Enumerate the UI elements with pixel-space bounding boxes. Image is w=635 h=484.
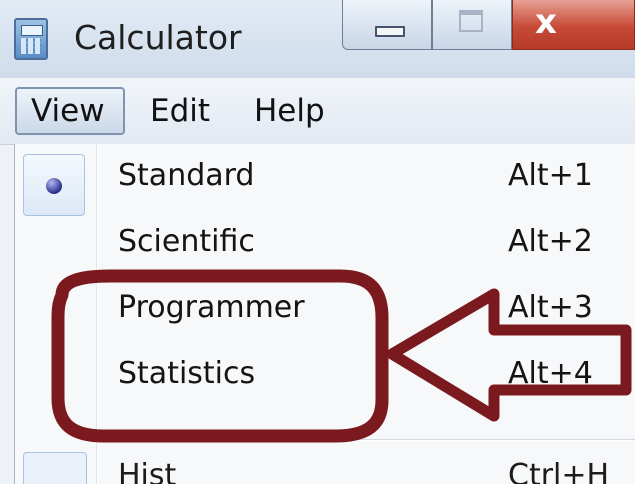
minimize-button[interactable]: [342, 0, 432, 50]
menu-item-history[interactable]: Hist Ctrl+H: [15, 444, 635, 484]
menu-item-scientific[interactable]: Scientific Alt+2: [15, 210, 635, 274]
menu-item-shortcut: Alt+3: [508, 290, 593, 325]
window-title: Calculator: [74, 18, 242, 57]
maximize-icon: [459, 10, 483, 32]
menu-edit[interactable]: Edit: [150, 87, 210, 135]
check-icon: [23, 452, 87, 484]
menu-item-programmer[interactable]: Programmer Alt+3: [15, 276, 635, 340]
menu-item-shortcut: Ctrl+H: [508, 458, 610, 484]
close-button[interactable]: x: [512, 0, 635, 50]
menu-item-label: Hist: [118, 458, 177, 484]
close-icon: x: [535, 2, 557, 42]
menu-item-label: Programmer: [118, 290, 305, 325]
menu-item-label: Statistics: [118, 356, 256, 391]
menu-item-shortcut: Alt+2: [508, 224, 593, 259]
menu-item-label: Scientific: [118, 224, 255, 259]
title-bar: Calculator x: [0, 0, 635, 78]
minimize-icon: [375, 26, 405, 37]
menu-bar: View Edit Help: [0, 78, 635, 145]
menu-item-label: Standard: [118, 158, 255, 193]
menu-item-shortcut: Alt+4: [508, 356, 593, 391]
menu-help[interactable]: Help: [254, 87, 325, 135]
calculator-icon: [14, 18, 48, 60]
view-dropdown-menu: Standard Alt+1 Scientific Alt+2 Programm…: [14, 144, 635, 484]
menu-separator: [103, 439, 635, 441]
window-controls: x: [342, 0, 635, 54]
menu-view[interactable]: View: [15, 87, 125, 135]
menu-item-standard[interactable]: Standard Alt+1: [15, 144, 635, 216]
radio-dot-icon: [46, 178, 62, 194]
selection-indicator: [23, 154, 85, 216]
menu-item-shortcut: Alt+1: [508, 158, 593, 193]
menu-item-statistics[interactable]: Statistics Alt+4: [15, 342, 635, 406]
maximize-button[interactable]: [432, 0, 512, 50]
